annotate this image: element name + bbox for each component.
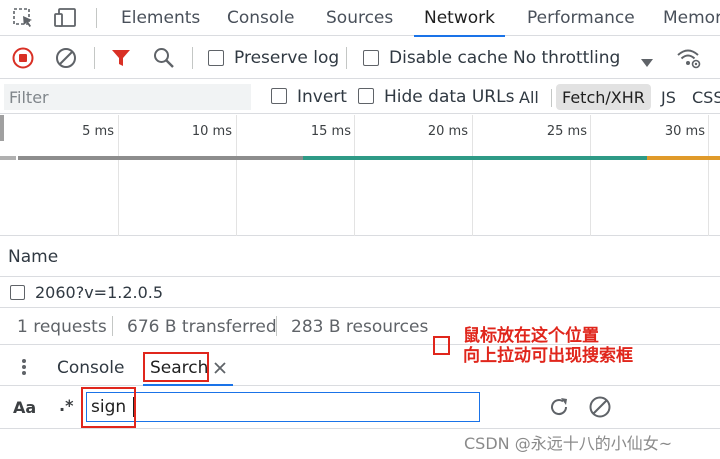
network-overview[interactable]: 5 ms 10 ms 15 ms 20 ms 25 ms 30 ms	[0, 115, 720, 236]
tick-label: 30 ms	[664, 124, 705, 139]
divider	[192, 47, 193, 69]
waterfall-bar-queue	[0, 156, 16, 160]
network-toolbar: Preserve log Disable cache No throttling	[0, 37, 720, 79]
preserve-log-checkbox[interactable]	[208, 50, 224, 66]
divider	[551, 89, 552, 107]
refresh-icon[interactable]	[547, 395, 571, 419]
filter-funnel-icon[interactable]	[111, 48, 131, 68]
drawer-tab-bar: Console Search	[0, 346, 720, 386]
waterfall-bar-stalled	[18, 156, 303, 160]
filter-type-css[interactable]: CSS	[686, 84, 720, 110]
invert-label: Invert	[297, 87, 347, 107]
transferred-size: 676 B transferred	[127, 317, 277, 337]
search-icon[interactable]	[153, 47, 175, 69]
device-toolbar-icon[interactable]	[53, 7, 79, 29]
match-case-toggle[interactable]: Aa	[13, 398, 36, 417]
filter-type-js[interactable]: JS	[655, 84, 682, 110]
tick-label: 20 ms	[427, 124, 468, 139]
tab-performance[interactable]: Performance	[527, 0, 635, 36]
divider	[96, 8, 97, 28]
tab-network[interactable]: Network	[414, 0, 505, 37]
tick-label: 25 ms	[546, 124, 587, 139]
resources-size: 283 B resources	[291, 317, 429, 337]
grid-line	[118, 115, 119, 236]
watermark: CSDN @永远十八的小仙女~	[464, 434, 673, 453]
record-stop-icon[interactable]	[12, 47, 34, 69]
tick-label: 10 ms	[191, 124, 232, 139]
grid-line	[708, 115, 709, 236]
hide-data-urls-label: Hide data URLs	[384, 87, 515, 107]
search-input[interactable]: sign	[86, 392, 480, 422]
grid-line	[590, 115, 591, 236]
divider	[94, 47, 95, 69]
hide-data-urls-checkbox[interactable]	[358, 88, 374, 104]
divider	[112, 316, 113, 336]
overview-handle[interactable]	[0, 115, 4, 141]
divider	[276, 316, 277, 336]
search-results-area: CSDN @永远十八的小仙女~	[0, 430, 720, 459]
throttling-select[interactable]: No throttling	[513, 48, 620, 68]
grid-line	[236, 115, 237, 236]
devtools-tab-bar: Elements Console Sources Network Perform…	[0, 0, 720, 37]
search-panel-toolbar: Aa .* sign	[0, 387, 720, 429]
waterfall-bar-download	[647, 156, 720, 160]
filter-input[interactable]	[4, 84, 251, 110]
filter-type-fetch-xhr[interactable]: Fetch/XHR	[556, 84, 651, 110]
search-tab-highlight	[143, 352, 209, 382]
grid-line	[472, 115, 473, 236]
network-conditions-icon[interactable]	[676, 46, 702, 70]
document-icon	[10, 284, 25, 300]
name-column-header[interactable]: Name	[8, 247, 58, 267]
chevron-down-icon[interactable]	[640, 53, 654, 67]
invert-checkbox[interactable]	[271, 88, 287, 104]
tab-sources[interactable]: Sources	[326, 0, 393, 36]
table-row[interactable]: 2060?v=1.2.0.5	[0, 278, 720, 306]
network-summary-bar: 1 requests 676 B transferred 283 B resou…	[0, 307, 720, 345]
tick-label: 15 ms	[310, 124, 351, 139]
active-tab-indicator	[143, 384, 233, 386]
drawer-tab-console[interactable]: Console	[57, 358, 125, 378]
tab-memory[interactable]: Memor	[663, 0, 720, 36]
search-input-highlight	[81, 387, 136, 428]
filter-type-all[interactable]: All	[513, 84, 545, 110]
more-options-icon[interactable]	[21, 358, 27, 376]
filter-bar: Invert Hide data URLs All Fetch/XHR JS C…	[0, 80, 720, 114]
disable-cache-label: Disable cache	[389, 48, 508, 68]
regex-toggle[interactable]: .*	[59, 396, 73, 415]
clear-search-icon[interactable]	[588, 395, 612, 419]
tick-label: 5 ms	[82, 124, 114, 139]
preserve-log-label: Preserve log	[234, 48, 340, 68]
tab-console[interactable]: Console	[227, 0, 295, 36]
annotation-line-1: 鼠标放在这个位置	[463, 326, 599, 346]
tab-elements[interactable]: Elements	[121, 0, 200, 36]
waterfall-bar-waiting	[303, 156, 647, 160]
grid-line	[354, 115, 355, 236]
clear-icon[interactable]	[55, 47, 77, 69]
requests-table-header: Name	[0, 237, 720, 277]
divider	[346, 47, 347, 69]
disable-cache-checkbox[interactable]	[363, 50, 379, 66]
requests-count: 1 requests	[17, 317, 107, 337]
close-icon[interactable]	[213, 360, 227, 374]
inspect-element-icon[interactable]	[12, 7, 36, 29]
request-name: 2060?v=1.2.0.5	[35, 282, 164, 302]
